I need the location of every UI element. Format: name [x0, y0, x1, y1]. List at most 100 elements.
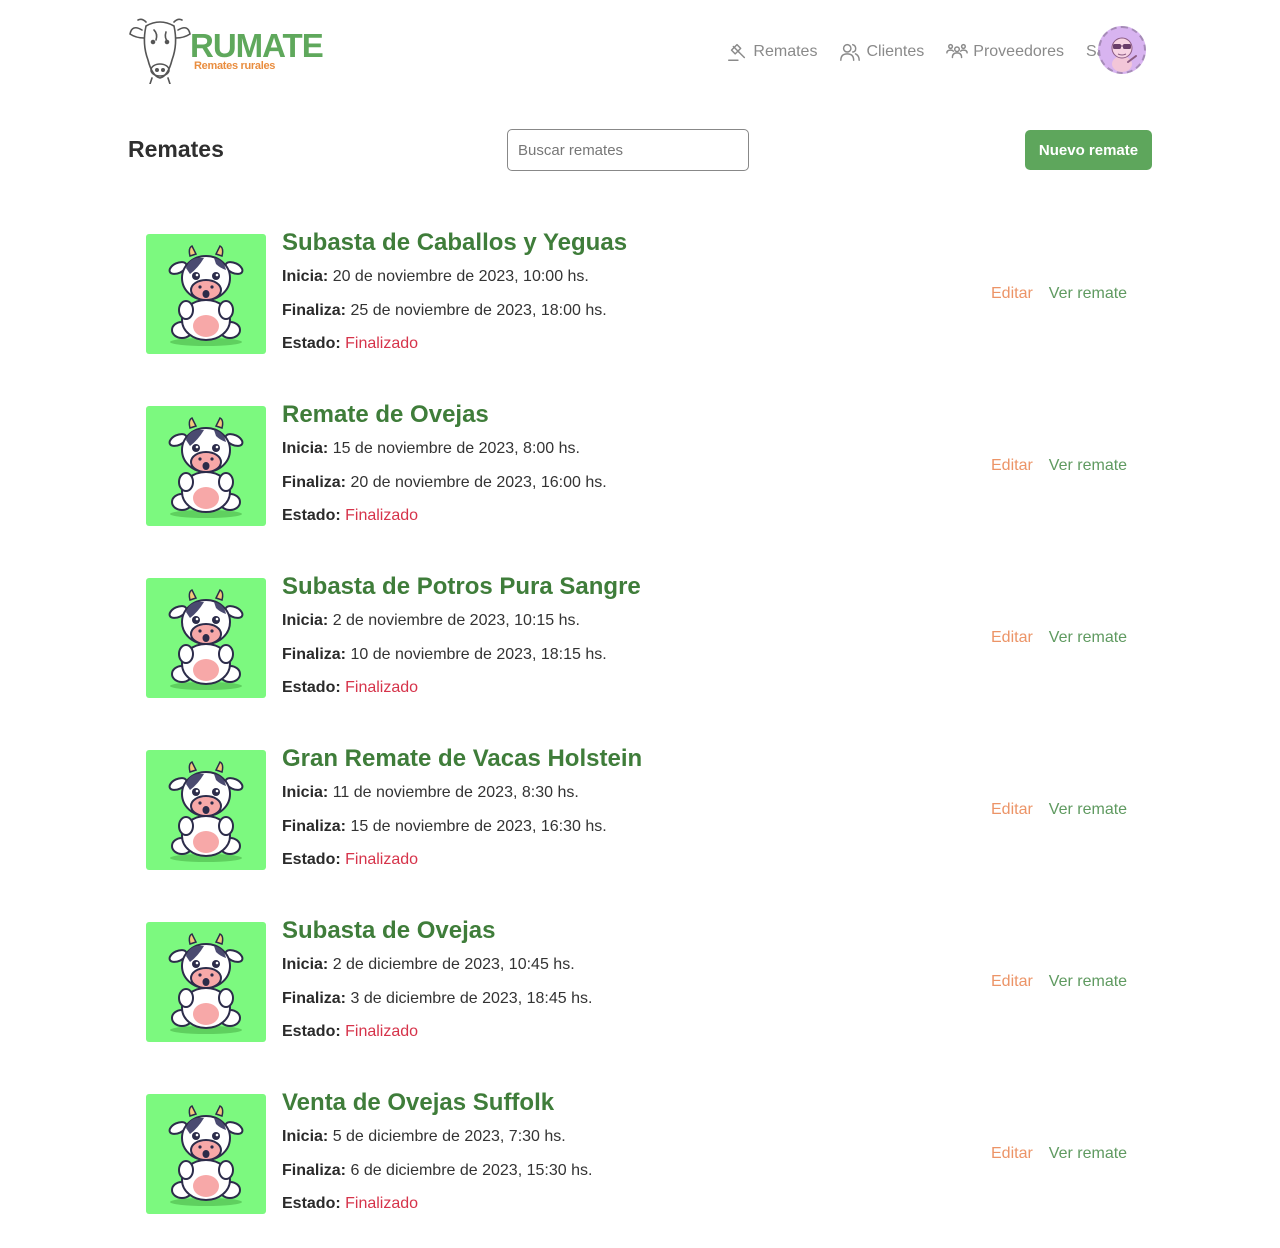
auction-thumbnail	[146, 406, 266, 526]
edit-link[interactable]: Editar	[991, 801, 1033, 819]
auction-actions: Editar Ver remate	[991, 629, 1127, 647]
start-value: 2 de noviembre de 2023, 10:15 hs.	[332, 612, 580, 629]
start-value: 15 de noviembre de 2023, 8:00 hs.	[332, 440, 580, 457]
auction-actions: Editar Ver remate	[991, 801, 1127, 819]
start-value: 20 de noviembre de 2023, 10:00 hs.	[332, 268, 589, 285]
auction-actions: Editar Ver remate	[991, 285, 1127, 303]
auction-list: Subasta de Caballos y Yeguas Inicia: 20 …	[146, 229, 1146, 1248]
end-label: Finaliza:	[282, 990, 347, 1007]
nav-item-remates[interactable]: Remates	[726, 41, 817, 63]
cow-logo-icon	[129, 18, 191, 84]
auction-title[interactable]: Venta de Ovejas Suffolk	[282, 1089, 554, 1117]
auction-start: Inicia: 15 de noviembre de 2023, 8:00 hs…	[282, 440, 580, 458]
status-badge: Finalizado	[345, 1195, 419, 1212]
edit-link[interactable]: Editar	[991, 457, 1033, 475]
brand-tagline: Remates rurales	[194, 60, 276, 72]
nav-label-clientes: Clientes	[866, 43, 925, 60]
status-badge: Finalizado	[345, 1023, 419, 1040]
status-label: Estado:	[282, 1023, 341, 1040]
edit-link[interactable]: Editar	[991, 973, 1033, 991]
nav-label-proveedores: Proveedores	[973, 43, 1064, 60]
auction-start: Inicia: 2 de noviembre de 2023, 10:15 hs…	[282, 612, 580, 630]
brand-logo[interactable]: RUMATE Remates rurales	[128, 14, 328, 86]
auction-thumbnail	[146, 578, 266, 698]
status-label: Estado:	[282, 679, 341, 696]
new-auction-button[interactable]: Nuevo remate	[1025, 130, 1152, 170]
end-value: 15 de noviembre de 2023, 16:30 hs.	[350, 818, 607, 835]
cow-mascot-icon	[168, 244, 244, 346]
auction-start: Inicia: 5 de diciembre de 2023, 7:30 hs.	[282, 1128, 566, 1146]
status-badge: Finalizado	[345, 335, 419, 352]
page-title: Remates	[128, 136, 224, 162]
auction-thumbnail	[146, 234, 266, 354]
cow-mascot-icon	[168, 1104, 244, 1206]
auction-card: Subasta de Caballos y Yeguas Inicia: 20 …	[146, 229, 1146, 406]
auction-end: Finaliza: 15 de noviembre de 2023, 16:30…	[282, 818, 607, 836]
end-value: 10 de noviembre de 2023, 18:15 hs.	[350, 646, 607, 663]
start-value: 11 de noviembre de 2023, 8:30 hs.	[332, 784, 579, 801]
view-auction-link[interactable]: Ver remate	[1049, 457, 1127, 475]
start-label: Inicia:	[282, 612, 329, 629]
group-icon	[946, 43, 969, 59]
auction-status: Estado: Finalizado	[282, 1195, 418, 1213]
auction-card: Venta de Ovejas Suffolk Inicia: 5 de dic…	[146, 1089, 1146, 1248]
auction-end: Finaliza: 3 de diciembre de 2023, 18:45 …	[282, 990, 592, 1008]
status-badge: Finalizado	[345, 851, 419, 868]
end-value: 20 de noviembre de 2023, 16:00 hs.	[350, 474, 607, 491]
end-label: Finaliza:	[282, 302, 347, 319]
auction-card: Subasta de Ovejas Inicia: 2 de diciembre…	[146, 917, 1146, 1094]
cow-mascot-icon	[168, 932, 244, 1034]
auction-end: Finaliza: 6 de diciembre de 2023, 15:30 …	[282, 1162, 592, 1180]
auction-thumbnail	[146, 1094, 266, 1214]
status-label: Estado:	[282, 335, 341, 352]
start-value: 5 de diciembre de 2023, 7:30 hs.	[332, 1128, 566, 1145]
auction-title[interactable]: Subasta de Ovejas	[282, 917, 495, 945]
brand-name: RUMATE	[190, 27, 324, 64]
app-header: RUMATE Remates rurales Remates Clientes	[0, 0, 1280, 100]
auction-title[interactable]: Subasta de Caballos y Yeguas	[282, 229, 627, 257]
start-label: Inicia:	[282, 956, 329, 973]
end-label: Finaliza:	[282, 818, 347, 835]
auction-title[interactable]: Subasta de Potros Pura Sangre	[282, 573, 641, 601]
end-value: 25 de noviembre de 2023, 18:00 hs.	[350, 302, 607, 319]
start-label: Inicia:	[282, 1128, 329, 1145]
edit-link[interactable]: Editar	[991, 1145, 1033, 1163]
view-auction-link[interactable]: Ver remate	[1049, 285, 1127, 303]
edit-link[interactable]: Editar	[991, 285, 1033, 303]
auction-status: Estado: Finalizado	[282, 679, 418, 697]
cow-mascot-icon	[168, 416, 244, 518]
view-auction-link[interactable]: Ver remate	[1049, 1145, 1127, 1163]
end-label: Finaliza:	[282, 474, 347, 491]
auction-actions: Editar Ver remate	[991, 1145, 1127, 1163]
cow-mascot-icon	[168, 588, 244, 690]
auction-card: Remate de Ovejas Inicia: 15 de noviembre…	[146, 401, 1146, 578]
start-label: Inicia:	[282, 784, 329, 801]
view-auction-link[interactable]: Ver remate	[1049, 801, 1127, 819]
auction-card: Subasta de Potros Pura Sangre Inicia: 2 …	[146, 573, 1146, 750]
status-label: Estado:	[282, 1195, 341, 1212]
nav-label-remates: Remates	[753, 43, 818, 60]
user-avatar[interactable]	[1098, 26, 1146, 74]
auction-thumbnail	[146, 922, 266, 1042]
avatar-character-icon	[1111, 37, 1137, 72]
auction-title[interactable]: Remate de Ovejas	[282, 401, 489, 429]
auction-actions: Editar Ver remate	[991, 973, 1127, 991]
end-label: Finaliza:	[282, 1162, 347, 1179]
search-input[interactable]	[507, 129, 749, 171]
auction-start: Inicia: 2 de diciembre de 2023, 10:45 hs…	[282, 956, 575, 974]
auction-status: Estado: Finalizado	[282, 1023, 418, 1041]
users-icon	[840, 43, 861, 61]
start-label: Inicia:	[282, 440, 329, 457]
auction-title[interactable]: Gran Remate de Vacas Holstein	[282, 745, 642, 773]
auction-end: Finaliza: 25 de noviembre de 2023, 18:00…	[282, 302, 607, 320]
edit-link[interactable]: Editar	[991, 629, 1033, 647]
auction-actions: Editar Ver remate	[991, 457, 1127, 475]
view-auction-link[interactable]: Ver remate	[1049, 973, 1127, 991]
nav-item-proveedores[interactable]: Proveedores	[946, 41, 1064, 63]
status-badge: Finalizado	[345, 679, 419, 696]
end-value: 3 de diciembre de 2023, 18:45 hs.	[350, 990, 593, 1007]
nav-item-clientes[interactable]: Clientes	[839, 41, 924, 63]
auction-status: Estado: Finalizado	[282, 507, 418, 525]
view-auction-link[interactable]: Ver remate	[1049, 629, 1127, 647]
auction-start: Inicia: 20 de noviembre de 2023, 10:00 h…	[282, 268, 589, 286]
